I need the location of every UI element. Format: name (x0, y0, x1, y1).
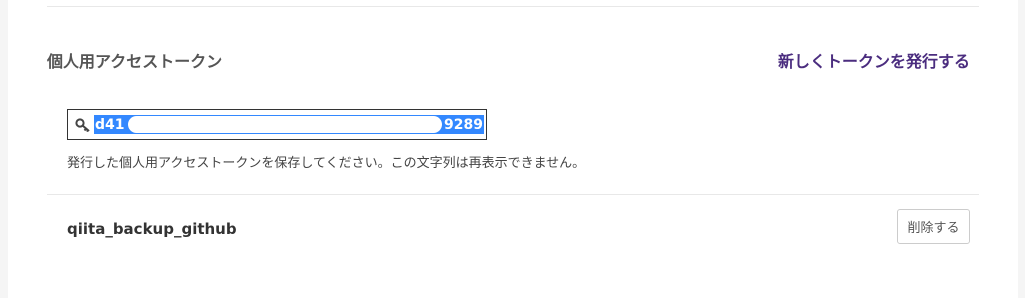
token-suffix: 9289 (444, 116, 483, 133)
new-token-link[interactable]: 新しくトークンを発行する (778, 48, 970, 72)
key-icon (74, 117, 92, 133)
delete-token-button[interactable]: 削除する (897, 209, 970, 244)
section-title: 個人用アクセストークン (47, 52, 223, 71)
top-divider (47, 6, 979, 7)
token-entry-name: qiita_backup_github (67, 220, 237, 238)
token-value-selection: d41 9289 (94, 115, 484, 134)
save-token-notice: 発行した個人用アクセストークンを保存してください。この文字列は再表示できません。 (67, 156, 586, 171)
token-settings-panel: 個人用アクセストークン 新しくトークンを発行する d41 9289 発行した個人… (8, 0, 1018, 298)
token-prefix: d41 (95, 116, 125, 133)
list-divider (47, 194, 979, 195)
token-redaction (128, 116, 442, 133)
token-field[interactable]: d41 9289 (67, 109, 487, 140)
